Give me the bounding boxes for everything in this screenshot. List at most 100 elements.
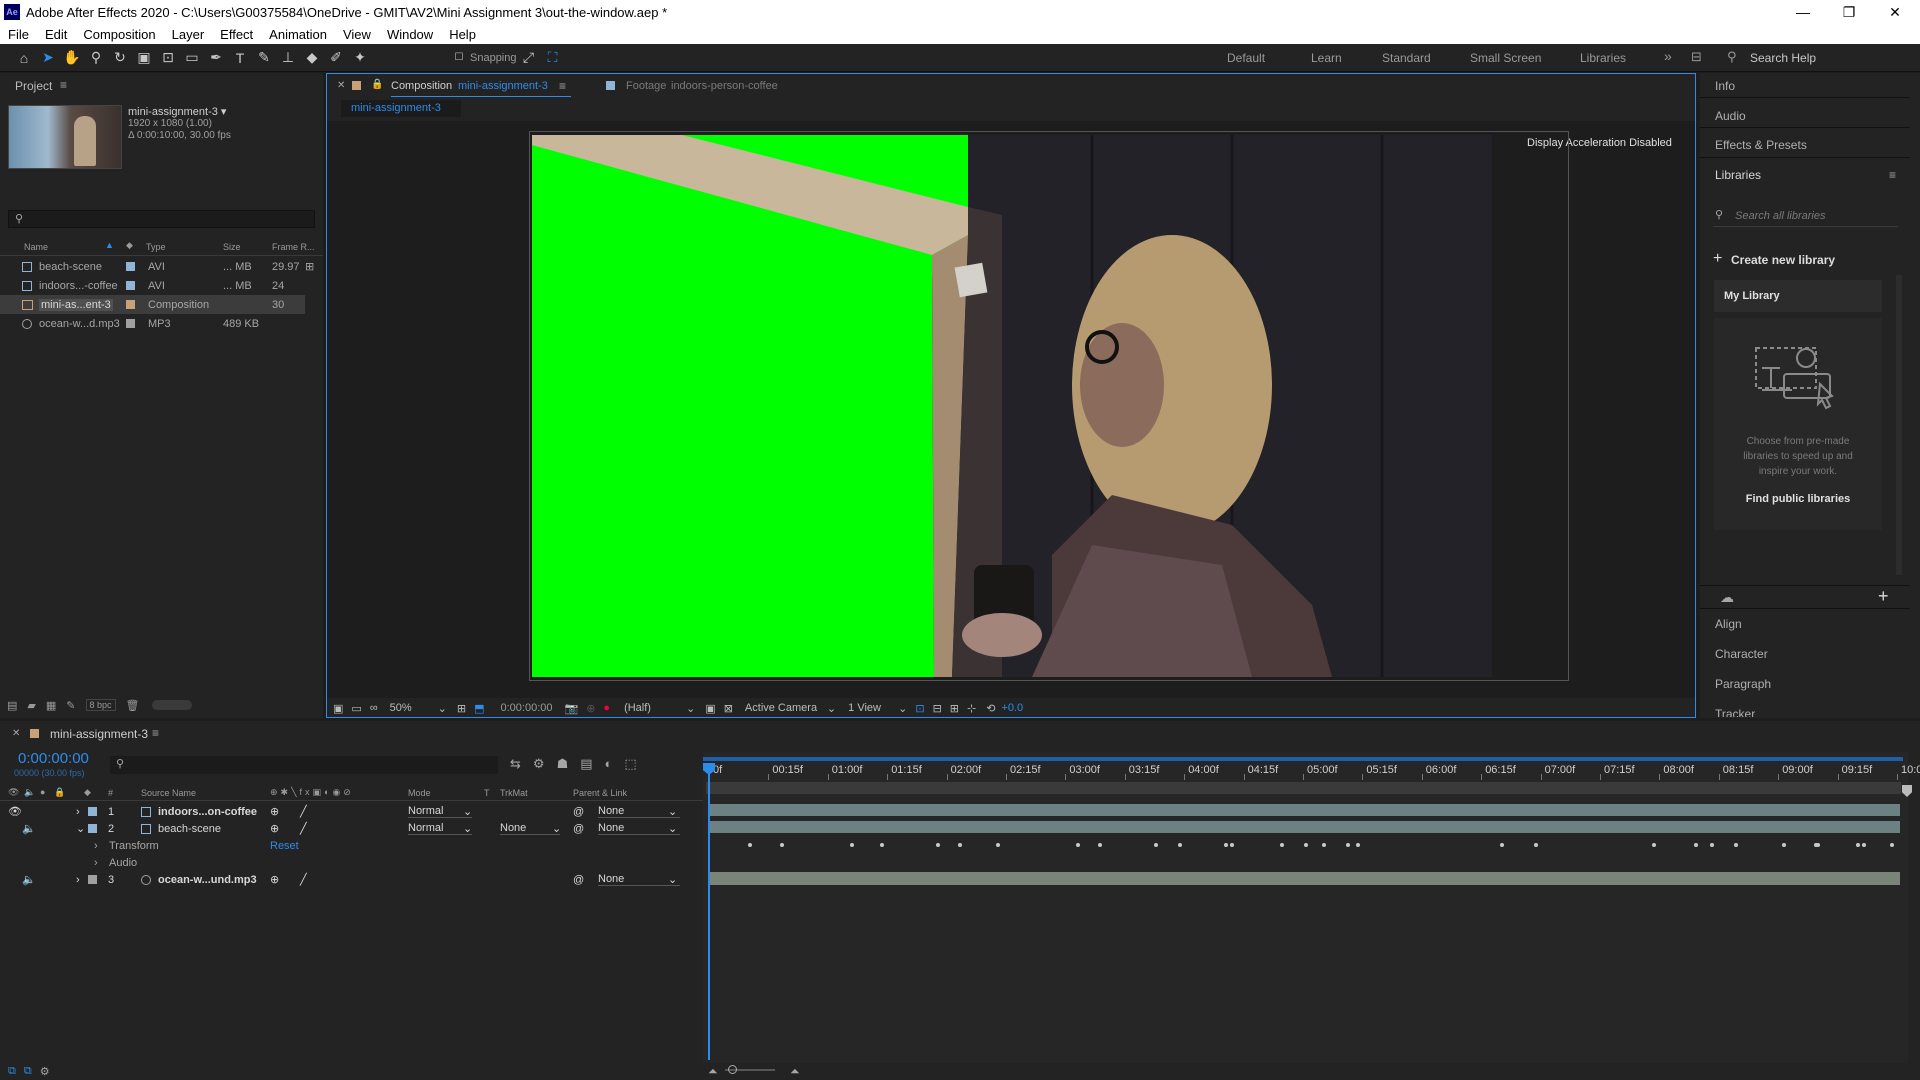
keyframe-marker[interactable] [1652,843,1656,847]
safe-margins-icon[interactable]: ⊞ [457,702,466,715]
keyframe-marker[interactable] [1224,843,1228,847]
label-swatch[interactable] [126,262,135,271]
timeline-search-input[interactable]: ⚲ [110,756,498,774]
search-help-input[interactable]: Search Help [1750,51,1816,65]
keyframe-marker[interactable] [1230,843,1234,847]
timeline-track-area[interactable] [703,752,1908,1064]
panel-menu-icon[interactable]: ≡ [152,726,159,740]
label-column-icon[interactable]: ◆ [84,787,91,798]
keyframe-marker[interactable] [958,843,962,847]
menu-layer[interactable]: Layer [164,27,213,42]
keyframe-marker[interactable] [1534,843,1538,847]
maximize-button[interactable]: ❐ [1826,0,1872,24]
keyframe-marker[interactable] [1890,843,1894,847]
type-tool-icon[interactable]: T [228,47,252,69]
pan-behind-tool-icon[interactable]: ⊡ [156,47,180,69]
menu-edit[interactable]: Edit [37,27,75,42]
menu-view[interactable]: View [335,27,379,42]
fast-previews-icon[interactable]: ⊟ [933,702,942,715]
column-name[interactable]: Name [24,242,48,252]
panel-effects-presets[interactable]: Effects & Presets [1715,138,1807,152]
collapse-transform-icon[interactable]: ⊕ [270,873,279,886]
close-tab-icon[interactable]: ✕ [12,728,20,739]
creative-cloud-icon[interactable]: ☁ [1720,589,1734,606]
layer-bar[interactable] [708,804,1900,816]
interpret-footage-icon[interactable]: ▤ [7,699,17,712]
snapping-checkbox[interactable]: ☐ [452,47,466,69]
camera-tool-icon[interactable]: ▣ [132,47,156,69]
close-button[interactable]: ✕ [1872,0,1918,24]
keyframe-marker[interactable] [1346,843,1350,847]
home-icon[interactable]: ⌂ [12,47,36,69]
expand-chevron-icon[interactable]: › [76,874,80,886]
keyframe-marker[interactable] [1304,843,1308,847]
my-library-item[interactable]: My Library [1714,280,1882,312]
flowchart-icon[interactable]: ⊹ [967,702,976,715]
toggle-mask-icon[interactable]: ⬒ [474,702,484,715]
composition-breadcrumb[interactable]: mini-assignment-3 [341,100,461,117]
pen-tool-icon[interactable]: ✒ [204,47,228,69]
column-size[interactable]: Size [223,242,241,252]
panel-libraries-title[interactable]: Libraries [1715,168,1761,182]
transfer-controls-toggle-icon[interactable]: ⧉ [24,1065,32,1078]
pick-whip-icon[interactable]: @ [573,806,584,818]
menu-animation[interactable]: Animation [261,27,335,42]
layer-label-swatch[interactable] [88,807,97,816]
pick-whip-icon[interactable]: @ [573,823,584,835]
libraries-search-input[interactable]: ⚲ Search all libraries [1713,205,1898,227]
reset-exposure-icon[interactable]: ⟲ [986,702,995,715]
collapse-transform-icon[interactable]: ⊕ [270,822,279,835]
mode-header[interactable]: Mode [408,788,431,798]
project-search-input[interactable]: ⚲ [8,210,315,228]
keyframe-marker[interactable] [936,843,940,847]
thumbnail-slider[interactable] [151,700,192,710]
exposure-value[interactable]: +0.0 [1001,702,1023,714]
toggle-pixel-aspect-icon[interactable]: ⊡ [915,702,924,715]
puppet-tool-icon[interactable]: ✦ [348,47,372,69]
motion-blur-icon[interactable]: ◐ [605,756,613,772]
keyframe-marker[interactable] [1178,843,1182,847]
project-item-selected[interactable]: mini-as...ent-3 Composition 30 [0,295,305,314]
close-tab-icon[interactable]: ✕ [337,80,345,91]
libraries-menu-icon[interactable]: ≡ [1889,168,1896,182]
keyframe-marker[interactable] [1322,843,1326,847]
layer-row[interactable]: 🔈 › 3 ocean-w...und.mp3 ⊕ ╱ @ None ⌄ [0,870,705,889]
video-visibility-icon[interactable]: 👁 [8,787,19,798]
composition-tab-name[interactable]: mini-assignment-3 [458,80,548,92]
always-preview-icon[interactable]: ▣ [333,702,343,715]
track-matte-select[interactable]: None [500,822,560,835]
panel-tracker[interactable]: Tracker [1715,707,1755,717]
new-folder-icon[interactable]: ▰ [27,699,35,712]
panel-align[interactable]: Align [1715,617,1742,631]
view-layout-select[interactable]: 1 View [848,702,898,714]
menu-composition[interactable]: Composition [75,27,163,42]
transparency-grid-icon[interactable]: ⊠ [724,702,733,715]
layer-bar[interactable] [708,821,1900,833]
audio-icon[interactable]: 🔈 [24,787,35,798]
timeline-icon[interactable]: ⊞ [950,702,959,715]
zoom-tool-icon[interactable]: ⚲ [84,47,108,69]
zoom-slider-handle[interactable] [728,1065,737,1074]
layer-name[interactable]: indoors...on-coffee [158,806,257,818]
eye-icon[interactable]: 👁 [8,805,22,818]
region-of-interest-icon[interactable]: ▣ [705,702,715,715]
keyframe-marker[interactable] [748,843,752,847]
timeline-tab[interactable]: mini-assignment-3 [50,727,148,741]
composition-tab-prefix[interactable]: Composition [391,80,452,92]
plus-icon[interactable]: + [1713,250,1722,268]
workspace-libraries[interactable]: Libraries [1580,51,1626,65]
column-frame-rate[interactable]: Frame R... [272,242,315,252]
keyframe-marker[interactable] [850,843,854,847]
project-menu-icon[interactable]: ≡ [60,78,67,92]
clone-stamp-icon[interactable]: ⊥ [276,47,300,69]
current-time-display[interactable]: 0:00:00:00 [501,702,553,714]
project-item[interactable]: indoors...-coffee AVI ... MB 24 [0,276,323,295]
footage-tab-name[interactable]: indoors-person-coffee [671,80,778,92]
selection-tool-icon[interactable]: ➤ [36,47,60,69]
draft-3d-icon[interactable]: ⚙ [533,756,545,772]
layer-name[interactable]: beach-scene [158,823,221,835]
find-public-libraries-link[interactable]: Find public libraries [1714,493,1882,505]
bit-depth-button[interactable]: 8 bpc [85,699,116,711]
keyframe-marker[interactable] [1500,843,1504,847]
snap-edges-icon[interactable]: ⤢ [517,47,541,69]
